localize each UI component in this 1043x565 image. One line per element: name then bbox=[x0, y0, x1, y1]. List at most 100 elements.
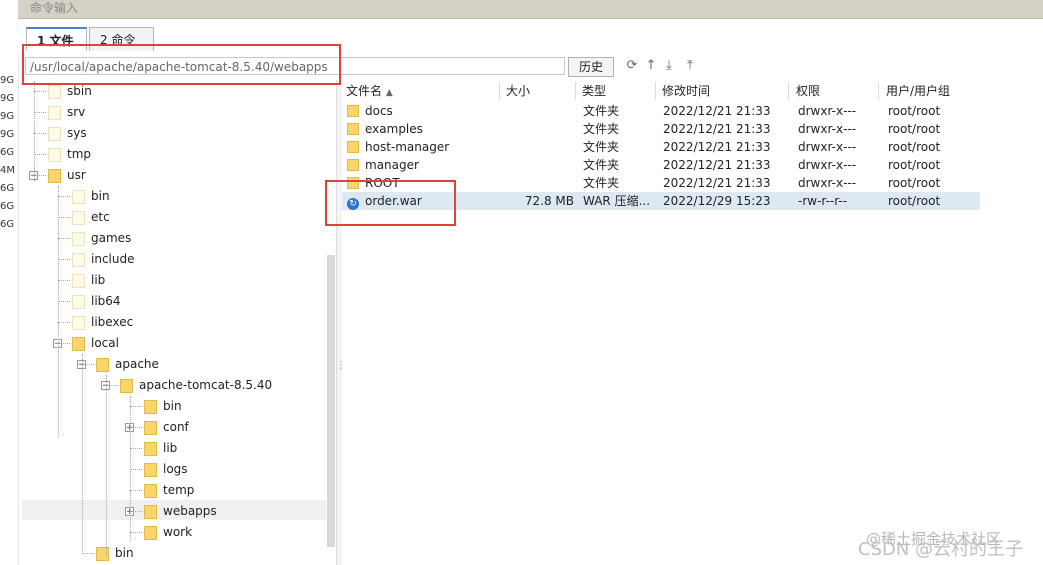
file-row[interactable]: examples 文件夹 2022/12/21 21:33 drwxr-x--- roo… bbox=[342, 120, 980, 138]
file-name: examples bbox=[365, 122, 423, 136]
tree-item-label: etc bbox=[91, 210, 110, 224]
tree-item[interactable]: lib bbox=[72, 270, 105, 290]
left-strip-value: 9G bbox=[0, 111, 15, 122]
file-owner: root/root bbox=[888, 140, 941, 154]
tree-item-label: apache-tomcat-8.5.40 bbox=[139, 378, 273, 392]
file-size: 72.8 MB bbox=[524, 194, 574, 208]
file-type: 文件夹 bbox=[583, 176, 620, 190]
window-title: 命令输入 bbox=[30, 1, 79, 15]
tree-connector bbox=[58, 196, 70, 197]
file-permissions: drwxr-x--- bbox=[798, 140, 857, 154]
file-permissions: -rw-r--r-- bbox=[798, 194, 848, 208]
column-header-type[interactable]: 类型 bbox=[578, 82, 656, 100]
watermark-csdn: CSDN @云村的王子 bbox=[858, 539, 1024, 560]
folder-icon bbox=[48, 126, 61, 141]
tree-connector bbox=[58, 259, 70, 260]
tree-item-label: apache bbox=[115, 357, 159, 371]
tree-item-label: lib64 bbox=[91, 294, 121, 308]
tree-item[interactable]: etc bbox=[72, 207, 110, 227]
tree-item-label: usr bbox=[67, 168, 86, 182]
folder-icon bbox=[72, 315, 85, 330]
tree-item-label: lib bbox=[91, 273, 106, 287]
tree-item-label: include bbox=[91, 252, 135, 266]
folder-icon bbox=[144, 420, 157, 435]
column-header-owner[interactable]: 用户/用户组 bbox=[882, 82, 980, 100]
file-row[interactable]: host-manager 文件夹 2022/12/21 21:33 drwxr-x--… bbox=[342, 138, 980, 156]
tree-item[interactable]: bin bbox=[72, 186, 110, 206]
tree-item-label: local bbox=[91, 336, 119, 350]
tree-item[interactable]: apache-tomcat-8.5.40 bbox=[120, 375, 272, 395]
annotation-box-path bbox=[22, 44, 341, 85]
tree-item[interactable]: libexec bbox=[72, 312, 133, 332]
folder-icon bbox=[72, 294, 85, 309]
file-owner: root/root bbox=[888, 158, 941, 172]
file-modified: 2022/12/21 21:33 bbox=[663, 176, 771, 190]
tree-item-label: libexec bbox=[91, 315, 134, 329]
tree-item[interactable]: conf bbox=[144, 417, 189, 437]
tree-connector bbox=[130, 532, 142, 533]
tree-connector bbox=[130, 469, 142, 470]
tree-connector bbox=[34, 112, 46, 113]
tree-item-label: conf bbox=[163, 420, 189, 434]
up-arrow-icon[interactable]: ↑ bbox=[643, 57, 659, 75]
tree-connector bbox=[34, 133, 46, 134]
tree-connector bbox=[106, 375, 107, 555]
tree-item[interactable]: sys bbox=[48, 123, 87, 143]
file-row[interactable]: manager 文件夹 2022/12/21 21:33 drwxr-x--- root… bbox=[342, 156, 980, 174]
file-type: 文件夹 bbox=[583, 122, 620, 136]
column-header-modified[interactable]: 修改时间 bbox=[658, 82, 789, 100]
folder-icon bbox=[72, 189, 85, 204]
tree-connector bbox=[58, 186, 59, 436]
folder-icon bbox=[144, 483, 157, 498]
history-button[interactable]: 历史 bbox=[568, 57, 614, 77]
left-strip-value: 6G bbox=[0, 219, 15, 230]
tree-item[interactable]: local bbox=[72, 333, 119, 353]
file-name: manager bbox=[365, 158, 419, 172]
tree-connector bbox=[130, 406, 142, 407]
file-owner: root/root bbox=[888, 104, 941, 118]
tree-item-label: logs bbox=[163, 462, 188, 476]
folder-icon bbox=[144, 399, 157, 414]
tree-item-label: work bbox=[163, 525, 193, 539]
file-row[interactable]: docs 文件夹 2022/12/21 21:33 drwxr-x--- root/ro… bbox=[342, 102, 980, 120]
tree-item[interactable]: bin bbox=[144, 396, 182, 416]
tree-connector bbox=[58, 301, 70, 302]
folder-icon bbox=[48, 84, 61, 99]
tree-item[interactable]: logs bbox=[144, 459, 188, 479]
file-owner: root/root bbox=[888, 176, 941, 190]
upload-icon[interactable]: ⤒ bbox=[682, 57, 698, 75]
file-permissions: drwxr-x--- bbox=[798, 122, 857, 136]
column-header-size[interactable]: 大小 bbox=[502, 82, 576, 100]
tree-item-label: games bbox=[91, 231, 132, 245]
file-modified: 2022/12/21 21:33 bbox=[663, 158, 771, 172]
column-header-name[interactable]: 文件名 ▲ bbox=[342, 82, 500, 100]
tree-item[interactable]: apache bbox=[96, 354, 159, 374]
tree-item[interactable]: usr bbox=[48, 165, 86, 185]
tree-item[interactable]: work bbox=[144, 522, 192, 542]
folder-icon bbox=[48, 105, 61, 120]
file-name: host-manager bbox=[365, 140, 450, 154]
tree-scrollbar[interactable] bbox=[327, 255, 335, 547]
folder-icon bbox=[347, 123, 359, 135]
column-header-permissions[interactable]: 权限 bbox=[792, 82, 879, 100]
tree-connector bbox=[58, 280, 70, 281]
tree-item[interactable]: srv bbox=[48, 102, 85, 122]
tree-item[interactable]: temp bbox=[144, 480, 194, 500]
file-type: 文件夹 bbox=[583, 140, 620, 154]
file-name: docs bbox=[365, 104, 393, 118]
tree-item-label: sys bbox=[67, 126, 87, 140]
file-type: 文件夹 bbox=[583, 158, 620, 172]
tree-connector bbox=[58, 322, 70, 323]
refresh-icon[interactable]: ⟳ bbox=[624, 57, 640, 75]
download-icon[interactable]: ⤓ bbox=[661, 57, 677, 75]
folder-icon bbox=[144, 504, 157, 519]
tree-item[interactable]: games bbox=[72, 228, 131, 248]
tree-item[interactable]: tmp bbox=[48, 144, 91, 164]
tree-item[interactable]: lib64 bbox=[72, 291, 121, 311]
file-permissions: drwxr-x--- bbox=[798, 158, 857, 172]
tree-item[interactable]: bin bbox=[96, 543, 134, 563]
tree-item[interactable]: include bbox=[72, 249, 134, 269]
tree-item[interactable]: webapps bbox=[144, 501, 217, 521]
tree-item[interactable]: lib bbox=[144, 438, 177, 458]
tree-item-label: lib bbox=[163, 441, 178, 455]
